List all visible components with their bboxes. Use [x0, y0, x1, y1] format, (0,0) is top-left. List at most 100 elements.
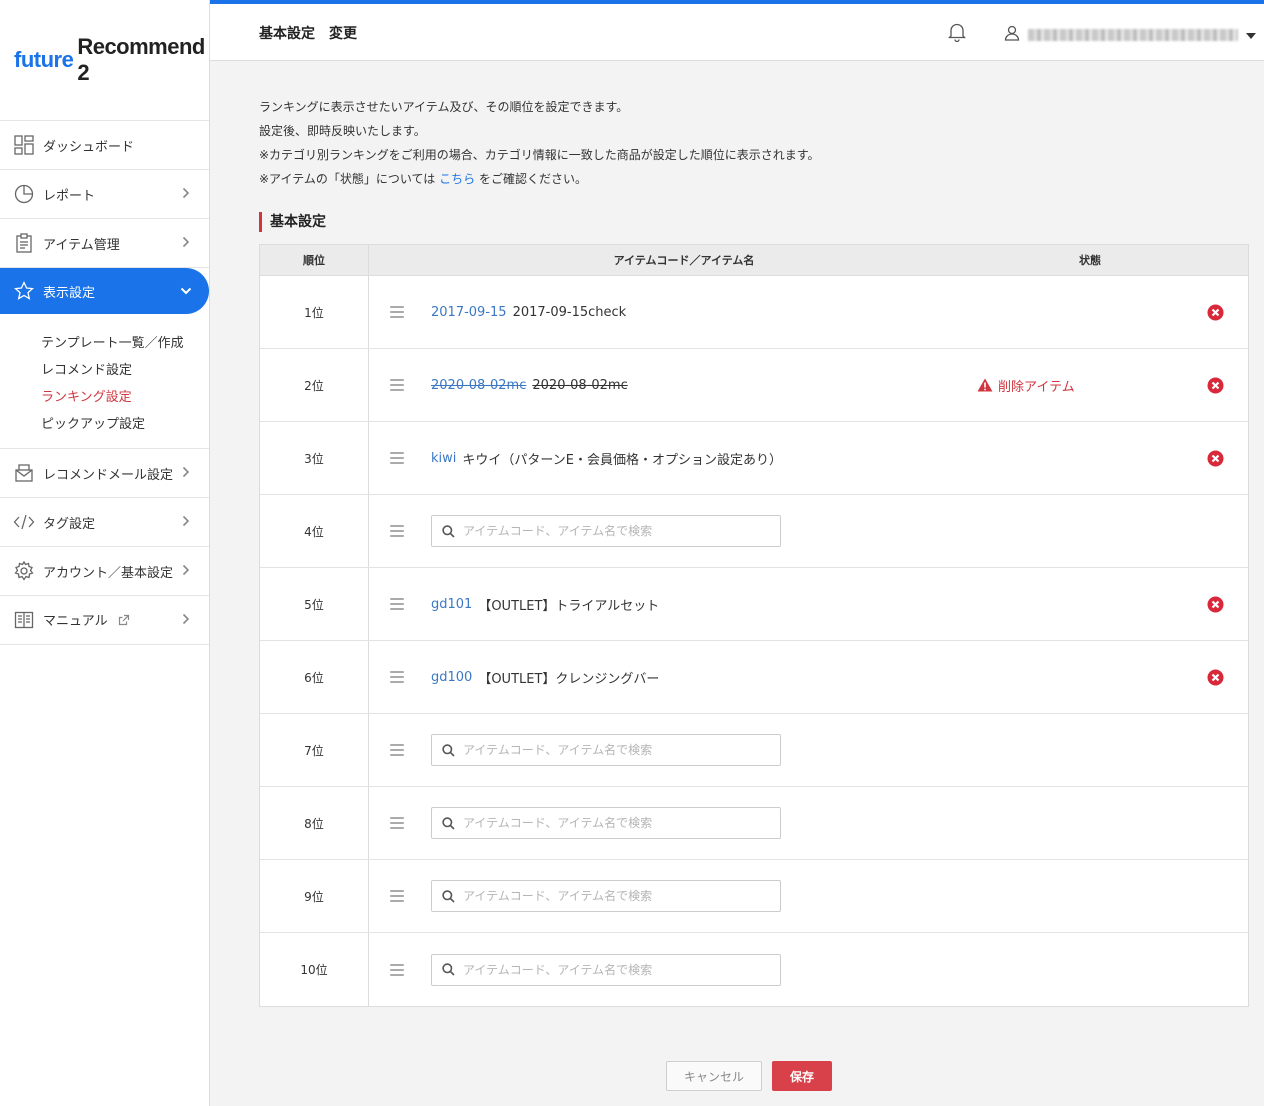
- bell-icon[interactable]: [947, 22, 968, 43]
- sidebar-item-display-settings[interactable]: 表示設定: [0, 268, 209, 314]
- drag-handle-icon[interactable]: [390, 963, 404, 976]
- description-line: ランキングに表示させたいアイテム及び、その順位を設定できます。: [259, 100, 629, 114]
- drag-handle-icon[interactable]: [390, 525, 404, 537]
- drag-handle-icon[interactable]: [390, 306, 404, 318]
- rank-cell: 10位: [260, 933, 369, 1006]
- sidebar-item-item-management[interactable]: アイテム管理: [0, 219, 209, 268]
- item-search-field[interactable]: [431, 515, 781, 547]
- sidebar-item-manual-label: マニュアル: [43, 614, 108, 630]
- table-row: 4位: [260, 495, 1248, 568]
- item-search-input[interactable]: [463, 889, 763, 903]
- table-row: 10位: [260, 933, 1248, 1006]
- item-name: 2020-08-02mc: [532, 377, 628, 393]
- item-cell: kiwi キウイ（パターンE・会員価格・オプション設定あり）: [369, 422, 1248, 494]
- page-title: 基本設定 変更: [259, 26, 357, 42]
- user-menu[interactable]: [1004, 25, 1256, 45]
- item-name: 2017-09-15check: [512, 304, 627, 320]
- item-cell: [369, 787, 1248, 859]
- logo[interactable]: future Recommend 2: [0, 0, 209, 121]
- remove-item-icon[interactable]: [1207, 377, 1224, 394]
- drag-handle-icon[interactable]: [390, 817, 404, 829]
- item-code[interactable]: gd100: [431, 670, 472, 685]
- user-icon: [1004, 25, 1020, 45]
- drag-handle-icon[interactable]: [390, 379, 404, 391]
- status-help-link[interactable]: こちら: [439, 172, 475, 186]
- sidebar-item-label: アイテム管理: [43, 237, 120, 253]
- sidebar-item-dashboard[interactable]: ダッシュボード: [0, 121, 209, 170]
- cancel-button[interactable]: キャンセル: [666, 1061, 762, 1091]
- item-search-field[interactable]: [431, 734, 781, 766]
- sidebar-item-label: マニュアル: [43, 610, 179, 630]
- sidebar-item-manual[interactable]: マニュアル: [0, 596, 209, 645]
- remove-item-icon[interactable]: [1207, 596, 1224, 613]
- rank-cell: 4位: [260, 495, 369, 567]
- submenu-item-ranking[interactable]: ランキング設定: [41, 384, 209, 411]
- remove-item-icon[interactable]: [1207, 450, 1224, 467]
- submenu-item-pickup[interactable]: ピックアップ設定: [41, 411, 209, 438]
- submenu-item-recommend[interactable]: レコメンド設定: [41, 357, 209, 384]
- drag-handle-icon[interactable]: [390, 598, 404, 610]
- item-code[interactable]: 2020-08-02mc: [431, 378, 526, 393]
- drag-handle-icon[interactable]: [390, 671, 404, 683]
- clipboard-icon: [13, 232, 35, 254]
- item-search-input[interactable]: [463, 962, 763, 977]
- sidebar-item-label: レコメンドメール設定: [43, 467, 174, 483]
- search-icon: [442, 524, 455, 538]
- item-cell: gd101 【OUTLET】トライアルセット: [369, 568, 1248, 640]
- sidebar-item-recommend-mail[interactable]: レコメンドメール設定: [0, 449, 209, 498]
- display-settings-submenu: テンプレート一覧／作成 レコメンド設定 ランキング設定 ピックアップ設定: [0, 314, 209, 449]
- table-row: 9位: [260, 860, 1248, 933]
- rank-cell: 9位: [260, 860, 369, 932]
- description: ランキングに表示させたいアイテム及び、その順位を設定できます。 設定後、即時反映…: [259, 95, 820, 191]
- item-code[interactable]: gd101: [431, 597, 472, 612]
- table-header: 順位 アイテムコード／アイテム名 状態: [260, 245, 1248, 276]
- rank-cell: 6位: [260, 641, 369, 713]
- table-row: 5位 gd101 【OUTLET】トライアルセット: [260, 568, 1248, 641]
- chevron-right-icon: [179, 236, 193, 251]
- sidebar-item-label: 表示設定: [43, 285, 96, 301]
- item-search-input[interactable]: [463, 816, 763, 830]
- item-cell: 2020-08-02mc 2020-08-02mc 削除アイテム: [369, 349, 1248, 421]
- submenu-item-template[interactable]: テンプレート一覧／作成: [41, 330, 209, 357]
- remove-item-icon[interactable]: [1207, 669, 1224, 686]
- drag-handle-icon[interactable]: [390, 452, 404, 464]
- table-row: 3位 kiwi キウイ（パターンE・会員価格・オプション設定あり）: [260, 422, 1248, 495]
- search-icon: [442, 816, 455, 830]
- item-search-field[interactable]: [431, 807, 781, 839]
- drag-handle-icon[interactable]: [390, 890, 404, 902]
- item-cell: [369, 495, 1248, 567]
- table-row: 1位 2017-09-15 2017-09-15check: [260, 276, 1248, 349]
- sidebar-item-account-settings[interactable]: アカウント／基本設定: [0, 547, 209, 596]
- item-name: 【OUTLET】クレンジングバー: [478, 671, 660, 687]
- ranking-table: 順位 アイテムコード／アイテム名 状態 1位 2017-09-15 2017-0…: [259, 244, 1249, 1007]
- drag-handle-icon[interactable]: [390, 744, 404, 756]
- item-search-input[interactable]: [463, 743, 763, 757]
- description-text: をご確認ください。: [478, 172, 587, 186]
- item-search-field[interactable]: [431, 953, 781, 986]
- sidebar-item-tag-settings[interactable]: タグ設定: [0, 498, 209, 547]
- code-icon: [13, 511, 35, 533]
- item-code[interactable]: 2017-09-15: [431, 305, 507, 320]
- chevron-right-icon: [179, 466, 193, 481]
- remove-item-icon[interactable]: [1207, 304, 1224, 321]
- column-header-item: アイテムコード／アイテム名: [613, 254, 755, 267]
- external-link-icon: [118, 614, 130, 630]
- caret-down-icon: [1246, 29, 1256, 42]
- search-icon: [442, 889, 455, 903]
- item-code[interactable]: kiwi: [431, 451, 456, 466]
- section-title: 基本設定: [259, 212, 326, 232]
- form-actions: キャンセル 保存: [666, 1061, 832, 1091]
- item-cell: [369, 860, 1248, 932]
- search-icon: [442, 743, 455, 757]
- dashboard-icon: [13, 134, 35, 156]
- save-button[interactable]: 保存: [772, 1061, 832, 1091]
- sidebar-item-report[interactable]: レポート: [0, 170, 209, 219]
- item-search-input[interactable]: [463, 524, 763, 538]
- sidebar-item-label: ダッシュボード: [43, 139, 135, 155]
- chevron-down-icon: [179, 284, 193, 298]
- item-search-field[interactable]: [431, 880, 781, 912]
- description-text: ※アイテムの「状態」については: [259, 172, 436, 186]
- rank-cell: 3位: [260, 422, 369, 494]
- table-row: 6位 gd100 【OUTLET】クレンジングバー: [260, 641, 1248, 714]
- logo-text-future: future: [14, 47, 74, 72]
